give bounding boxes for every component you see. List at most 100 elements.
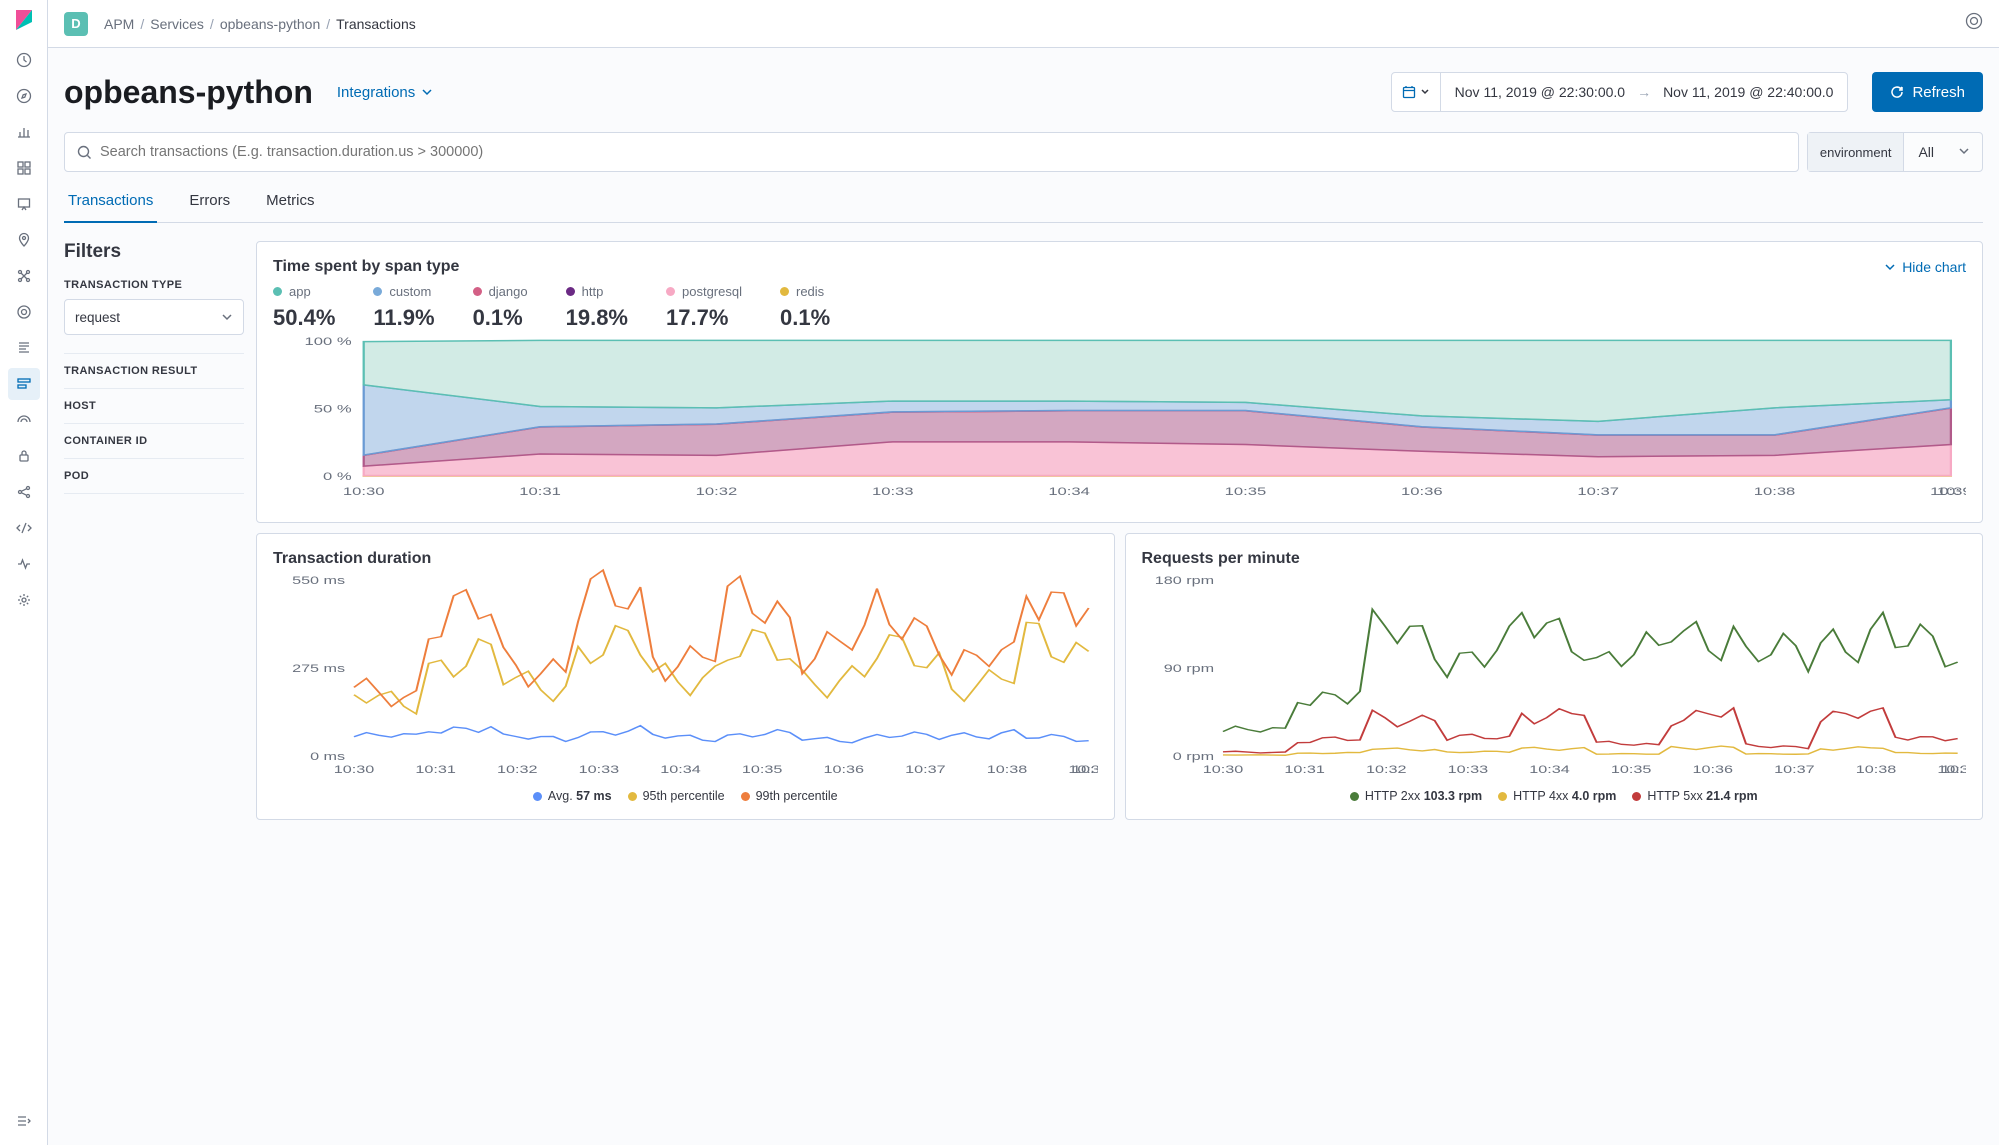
chevron-down-icon [1884, 261, 1896, 273]
refresh-icon [1890, 85, 1904, 99]
svg-text:10:33: 10:33 [872, 485, 914, 497]
date-picker: Nov 11, 2019 @ 22:30:00.0 → Nov 11, 2019… [1391, 72, 1849, 112]
span-chart: 100 %50 %0 %10:3010:3110:3210:3310:3410:… [273, 331, 1966, 501]
environment-select[interactable]: environment All [1807, 132, 1983, 172]
svg-text:10:31: 10:31 [415, 763, 456, 776]
legend-item-http[interactable]: http19.8% [566, 284, 628, 331]
refresh-button[interactable]: Refresh [1872, 72, 1983, 112]
rpm-chart: 180 rpm90 rpm0 rpm10:3010:3110:3210:3310… [1142, 568, 1967, 778]
hide-chart-button[interactable]: Hide chart [1884, 259, 1966, 275]
date-from: Nov 11, 2019 @ 22:30:00.0 [1455, 84, 1625, 100]
filter-host[interactable]: HOST [64, 388, 244, 423]
nav-canvas-icon[interactable] [8, 188, 40, 220]
kibana-logo[interactable] [12, 8, 36, 32]
svg-text:10:32: 10:32 [696, 485, 738, 497]
nav-maps-icon[interactable] [8, 224, 40, 256]
svg-text:10:38: 10:38 [987, 763, 1028, 776]
legend-item-custom[interactable]: custom11.9% [373, 284, 434, 331]
integrations-dropdown[interactable]: Integrations [337, 84, 433, 101]
legend-item[interactable]: HTTP 4xx 4.0 rpm [1498, 789, 1616, 803]
svg-text:10:33: 10:33 [579, 763, 620, 776]
nav-discover-icon[interactable] [8, 80, 40, 112]
nav-apm-icon[interactable] [8, 368, 40, 400]
integrations-label: Integrations [337, 84, 415, 101]
nav-infra-icon[interactable] [8, 296, 40, 328]
date-range[interactable]: Nov 11, 2019 @ 22:30:00.0 → Nov 11, 2019… [1441, 73, 1848, 111]
svg-text:50 %: 50 % [314, 402, 352, 414]
legend-item[interactable]: Avg. 57 ms [533, 789, 612, 803]
span-type-panel: Time spent by span type Hide chart app50… [256, 241, 1983, 523]
svg-text:10:35: 10:35 [742, 763, 783, 776]
duration-panel: Transaction duration 550 ms275 ms0 ms10:… [256, 533, 1115, 820]
breadcrumb-service[interactable]: opbeans-python [220, 16, 320, 32]
svg-text:0 %: 0 % [323, 470, 352, 482]
search-icon [77, 145, 92, 160]
tab-metrics[interactable]: Metrics [262, 180, 318, 222]
svg-text:10:34: 10:34 [1048, 485, 1090, 497]
svg-text:90 rpm: 90 rpm [1163, 662, 1213, 675]
environment-label: environment [1808, 133, 1905, 171]
breadcrumb-services[interactable]: Services [150, 16, 204, 32]
legend-item[interactable]: HTTP 2xx 103.3 rpm [1350, 789, 1482, 803]
nav-siem-icon[interactable] [8, 440, 40, 472]
svg-text:10:31: 10:31 [1284, 763, 1325, 776]
breadcrumb-current: Transactions [336, 16, 416, 32]
svg-text:10:30: 10:30 [343, 485, 385, 497]
nav-management-icon[interactable] [8, 584, 40, 616]
chevron-down-icon [221, 311, 233, 323]
filter-txresult[interactable]: TRANSACTION RESULT [64, 353, 244, 388]
filter-txtype-label: TRANSACTION TYPE [64, 279, 244, 291]
filter-pod[interactable]: POD [64, 458, 244, 494]
side-nav [0, 0, 48, 1145]
nav-uptime-icon[interactable] [8, 404, 40, 436]
space-badge[interactable]: D [64, 12, 88, 36]
search-input[interactable] [100, 144, 1786, 160]
tabs: Transactions Errors Metrics [64, 180, 1983, 223]
calendar-button[interactable] [1392, 73, 1441, 111]
svg-text:10:35: 10:35 [1610, 763, 1651, 776]
hide-chart-label: Hide chart [1902, 259, 1966, 275]
calendar-icon [1402, 85, 1416, 99]
nav-dashboard-icon[interactable] [8, 152, 40, 184]
search-box [64, 132, 1799, 172]
svg-text:10:31: 10:31 [519, 485, 561, 497]
rpm-panel: Requests per minute 180 rpm90 rpm0 rpm10… [1125, 533, 1984, 820]
legend-item[interactable]: 95th percentile [628, 789, 725, 803]
environment-value: All [1918, 144, 1934, 160]
arrow-right-icon: → [1637, 84, 1651, 100]
svg-text:10:37: 10:37 [1774, 763, 1814, 776]
breadcrumb-apm[interactable]: APM [104, 16, 134, 32]
chevron-down-icon [1958, 144, 1970, 160]
date-to: Nov 11, 2019 @ 22:40:00.0 [1663, 84, 1833, 100]
nav-visualize-icon[interactable] [8, 116, 40, 148]
nav-monitoring-icon[interactable] [8, 548, 40, 580]
legend-item-redis[interactable]: redis0.1% [780, 284, 830, 331]
legend-item-django[interactable]: django0.1% [473, 284, 528, 331]
tab-transactions[interactable]: Transactions [64, 180, 157, 223]
svg-text:10:36: 10:36 [1401, 485, 1443, 497]
svg-text:550 ms: 550 ms [292, 574, 345, 587]
legend-item-app[interactable]: app50.4% [273, 284, 335, 331]
legend-item[interactable]: 99th percentile [741, 789, 838, 803]
chevron-down-icon [1420, 87, 1430, 97]
svg-text:10:38: 10:38 [1754, 485, 1796, 497]
svg-text:10:: 10: [1072, 763, 1095, 776]
nav-collapse-icon[interactable] [8, 1105, 40, 1137]
help-icon[interactable] [1965, 12, 1983, 35]
svg-text:10:38: 10:38 [1855, 763, 1896, 776]
span-panel-title: Time spent by span type [273, 258, 459, 276]
legend-item[interactable]: HTTP 5xx 21.4 rpm [1632, 789, 1757, 803]
svg-text:10:30: 10:30 [334, 763, 375, 776]
svg-text:10:: 10: [1937, 485, 1960, 497]
nav-recent-icon[interactable] [8, 44, 40, 76]
svg-text:10:34: 10:34 [660, 763, 701, 776]
nav-graph-icon[interactable] [8, 476, 40, 508]
nav-ml-icon[interactable] [8, 260, 40, 292]
nav-logs-icon[interactable] [8, 332, 40, 364]
nav-dev-icon[interactable] [8, 512, 40, 544]
filter-txtype-select[interactable]: request [64, 299, 244, 335]
filter-container[interactable]: CONTAINER ID [64, 423, 244, 458]
rpm-title: Requests per minute [1142, 550, 1967, 568]
legend-item-postgresql[interactable]: postgresql17.7% [666, 284, 742, 331]
tab-errors[interactable]: Errors [185, 180, 234, 222]
